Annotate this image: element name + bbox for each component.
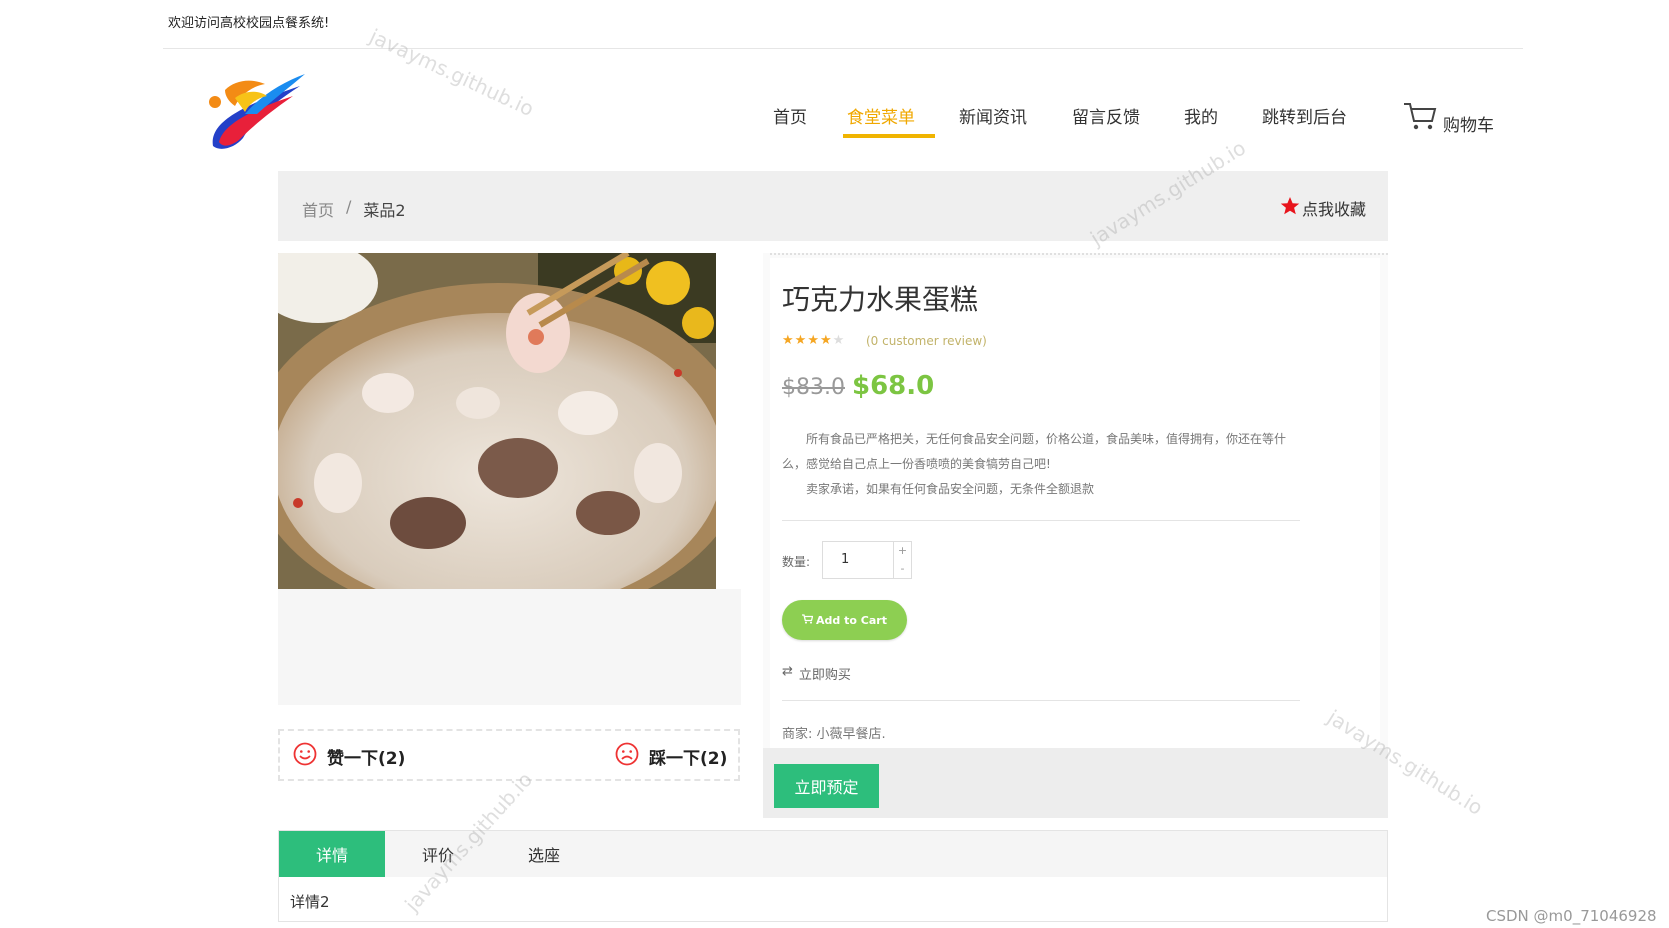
review-count[interactable]: (0 customer review) <box>866 334 987 348</box>
add-to-cart-button[interactable]: Add to Cart <box>782 600 907 640</box>
dislike-button[interactable]: 踩一下(2) <box>615 742 727 771</box>
product-detail-card <box>770 258 1380 748</box>
dislike-label: 踩一下(2) <box>649 749 728 769</box>
favorite-label: 点我收藏 <box>1302 200 1367 219</box>
breadcrumb-separator: / <box>346 197 352 216</box>
cart-icon <box>802 613 814 627</box>
buy-now-link[interactable]: ⇄ 立即购买 <box>782 664 851 683</box>
buy-now-label: 立即购买 <box>798 668 851 683</box>
star-icon: ★ <box>782 333 795 348</box>
product-image <box>278 253 716 589</box>
cart-label: 购物车 <box>1443 116 1494 136</box>
nav-menu[interactable]: 食堂菜单 <box>847 103 915 128</box>
quantity-input[interactable]: 1 <box>822 541 894 579</box>
star-icon: ★ <box>807 333 820 348</box>
breadcrumb: 首页 / 菜品2 <box>302 197 406 221</box>
watermark: javayms.github.io <box>365 24 538 122</box>
like-label: 赞一下(2) <box>327 749 406 769</box>
star-icon <box>1280 196 1300 220</box>
tab-details[interactable]: 详情 <box>279 831 385 877</box>
quantity-stepper[interactable]: + - <box>894 541 912 579</box>
nav-home[interactable]: 首页 <box>773 103 807 128</box>
star-icon: ★ <box>794 333 808 348</box>
nav-feedback[interactable]: 留言反馈 <box>1072 103 1140 128</box>
star-icon: ★ <box>819 333 833 348</box>
like-button[interactable]: 赞一下(2) <box>293 742 405 771</box>
nav-mine[interactable]: 我的 <box>1184 103 1218 128</box>
nav-active-indicator <box>843 134 935 138</box>
tab-seat[interactable]: 选座 <box>491 831 597 877</box>
product-title: 巧克力水果蛋糕 <box>782 283 979 316</box>
breadcrumb-current: 菜品2 <box>363 201 406 220</box>
breadcrumb-bar <box>278 171 1388 241</box>
star-empty-icon: ★ <box>832 333 846 348</box>
nav-cart[interactable]: 购物车 <box>1403 101 1494 136</box>
product-description: 所有食品已严格把关，无任何食品安全问题，价格公道，食品美味，值得拥有，你还在等什… <box>782 427 1300 502</box>
favorite-button[interactable]: 点我收藏 <box>1280 196 1366 220</box>
description-line: 所有食品已严格把关，无任何食品安全问题，价格公道，食品美味，值得拥有，你还在等什… <box>782 432 1287 471</box>
nav-news[interactable]: 新闻资讯 <box>959 103 1027 128</box>
frown-icon <box>615 742 639 771</box>
qty-minus-button[interactable]: - <box>894 560 911 578</box>
detail-top-border <box>770 253 1388 255</box>
smile-icon <box>293 742 317 771</box>
exchange-icon: ⇄ <box>782 664 793 679</box>
reserve-button[interactable]: 立即预定 <box>774 764 879 808</box>
quantity-label: 数量: <box>782 555 811 569</box>
header-divider <box>163 48 1523 49</box>
new-price: $68.0 <box>852 371 935 401</box>
site-logo[interactable] <box>205 68 315 152</box>
welcome-text: 欢迎访问高校校园点餐系统! <box>168 16 330 31</box>
nav-admin[interactable]: 跳转到后台 <box>1262 103 1347 128</box>
description-line: 卖家承诺，如果有任何食品安全问题，无条件全额退款 <box>806 482 1095 496</box>
old-price: $83.0 <box>782 375 845 400</box>
add-to-cart-label: Add to Cart <box>816 613 887 627</box>
rating-stars: ★★★★★ <box>782 333 845 348</box>
divider <box>782 520 1300 521</box>
qty-plus-button[interactable]: + <box>894 542 911 560</box>
cart-icon <box>1403 101 1437 136</box>
tab-content: 详情2 <box>290 893 330 911</box>
seller-info: 商家: 小薇早餐店. <box>782 727 886 742</box>
breadcrumb-home[interactable]: 首页 <box>302 197 334 221</box>
divider <box>782 700 1300 701</box>
image-placeholder-area <box>278 589 741 705</box>
credit-text: CSDN @m0_71046928 <box>1486 907 1657 925</box>
